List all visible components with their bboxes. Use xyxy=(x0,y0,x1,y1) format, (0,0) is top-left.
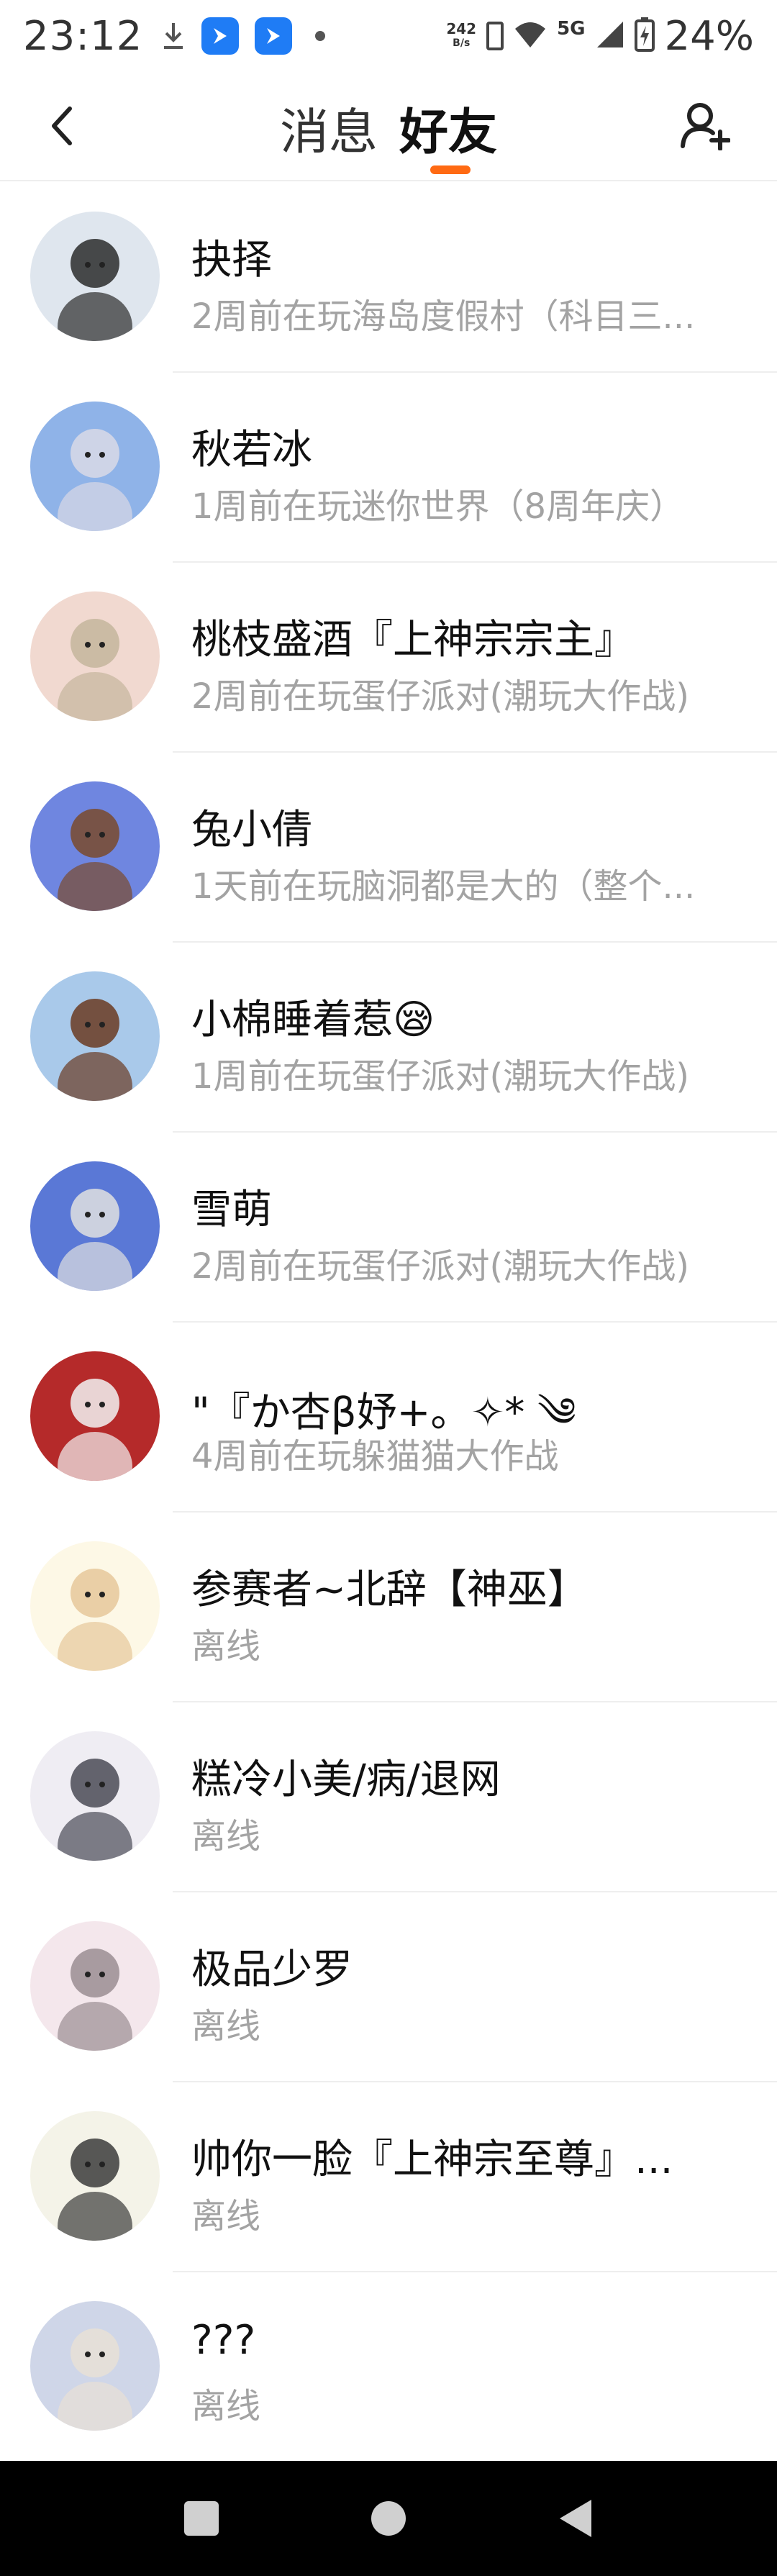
friend-status: 离线 xyxy=(191,2006,261,2046)
avatar[interactable] xyxy=(30,1161,160,1291)
battery-percent: 24% xyxy=(664,12,754,60)
avatar[interactable] xyxy=(30,591,160,721)
friend-status: 1周前在玩迷你世界（8周年庆） xyxy=(191,486,685,527)
friend-status: 2周前在玩海岛度假村（科目三... xyxy=(191,296,696,337)
dot-icon xyxy=(315,31,326,41)
net-speed-value: 242 xyxy=(446,20,477,37)
add-friend-button[interactable] xyxy=(676,96,734,154)
avatar[interactable] xyxy=(30,1921,160,2051)
friend-status: 1天前在玩脑洞都是大的（整个... xyxy=(191,866,696,907)
wifi-icon xyxy=(514,20,547,52)
net-speed: 242 B/s xyxy=(446,22,476,50)
friend-status: 离线 xyxy=(191,2196,261,2236)
avatar[interactable] xyxy=(30,971,160,1101)
friend-status: 1周前在玩蛋仔派对(潮玩大作战) xyxy=(191,1056,689,1097)
friend-name: 秋若冰 xyxy=(191,427,312,473)
triangle-back-icon xyxy=(560,2500,591,2537)
friend-row[interactable]: 参赛者~北辞【神巫】离线 xyxy=(0,1513,777,1702)
friend-row[interactable]: 糕冷小美/病/退网离线 xyxy=(0,1702,777,1892)
status-time: 23:12 xyxy=(23,12,143,60)
net-speed-unit: B/s xyxy=(453,37,471,49)
notification-icons xyxy=(161,17,326,55)
friend-name: 小棉睡着惹😪 xyxy=(191,997,435,1043)
friend-status: 离线 xyxy=(191,1816,261,1856)
avatar[interactable] xyxy=(30,1731,160,1861)
friend-status: 2周前在玩蛋仔派对(潮玩大作战) xyxy=(191,676,689,717)
system-status-icons: 242 B/s 5G 24% xyxy=(446,13,754,60)
avatar[interactable] xyxy=(30,1351,160,1481)
friend-list: 抉择 2周前在玩海岛度假村（科目三... 秋若冰 1周前在玩迷你世界（8周年庆） 桃枝盛… xyxy=(0,183,777,2462)
home-button[interactable] xyxy=(367,2497,410,2540)
avatar[interactable] xyxy=(30,1541,160,1671)
friend-status: 离线 xyxy=(191,2386,261,2426)
friend-row[interactable]: 雪萌 2周前在玩蛋仔派对(潮玩大作战) xyxy=(0,1133,777,1323)
friend-row[interactable]: 抉择 2周前在玩海岛度假村（科目三... xyxy=(0,183,777,373)
signal-icon xyxy=(596,20,624,52)
recent-apps-button[interactable] xyxy=(180,2497,223,2540)
friend-name: 帅你一脸『上神宗至尊』... xyxy=(191,2136,673,2183)
friend-name: 兔小倩 xyxy=(191,807,312,853)
tab-messages[interactable]: 消息 xyxy=(280,92,378,163)
system-nav-bar xyxy=(0,2461,777,2576)
avatar[interactable] xyxy=(30,781,160,911)
back-nav-button[interactable] xyxy=(554,2497,597,2540)
app-notification-icon xyxy=(201,17,240,55)
app-notification-icon xyxy=(255,17,293,55)
top-header: 消息 好友 xyxy=(0,72,777,181)
friend-status: 离线 xyxy=(191,1626,261,1666)
battery-charging-icon xyxy=(634,17,655,55)
friend-row[interactable]: "『か杏β妤+。✧* ༄ 4周前在玩躲猫猫大作战 xyxy=(0,1323,777,1513)
friend-name: 参赛者~北辞【神巫】 xyxy=(191,1566,588,1613)
add-user-icon xyxy=(681,103,730,150)
avatar[interactable] xyxy=(30,2301,160,2431)
friend-name: ??? xyxy=(191,2317,256,2364)
square-icon xyxy=(184,2501,219,2536)
friend-row[interactable]: 小棉睡着惹😪 1周前在玩蛋仔派对(潮玩大作战) xyxy=(0,943,777,1133)
avatar[interactable] xyxy=(30,2111,160,2241)
avatar[interactable] xyxy=(30,212,160,341)
friend-name: 糕冷小美/病/退网 xyxy=(191,1756,501,1803)
friend-row[interactable]: ??? 离线 xyxy=(0,2272,777,2462)
friend-status: 2周前在玩蛋仔派对(潮玩大作战) xyxy=(191,1246,689,1287)
friend-row[interactable]: 帅你一脸『上神宗至尊』... 离线 xyxy=(0,2082,777,2272)
avatar[interactable] xyxy=(30,402,160,531)
active-tab-indicator xyxy=(430,165,471,174)
friend-name: 雪萌 xyxy=(191,1187,272,1233)
tab-bar: 消息 好友 xyxy=(0,92,777,163)
friend-name: 桃枝盛酒『上神宗宗主』 xyxy=(191,617,635,663)
friend-name: 极品少罗 xyxy=(191,1946,353,1993)
friend-row[interactable]: 极品少罗 离线 xyxy=(0,1892,777,2082)
friend-row[interactable]: 桃枝盛酒『上神宗宗主』 2周前在玩蛋仔派对(潮玩大作战) xyxy=(0,563,777,753)
tab-friends[interactable]: 好友 xyxy=(399,92,497,163)
circle-icon xyxy=(371,2501,406,2536)
friend-status: 4周前在玩躲猫猫大作战 xyxy=(191,1436,559,1477)
friend-name: 抉择 xyxy=(191,237,272,284)
download-icon xyxy=(161,20,186,52)
network-type: 5G xyxy=(557,18,586,40)
sim-icon xyxy=(486,22,504,50)
friend-row[interactable]: 秋若冰 1周前在玩迷你世界（8周年庆） xyxy=(0,373,777,563)
status-bar: 23:12 242 B/s 5G 24% xyxy=(0,0,777,72)
friend-row[interactable]: 兔小倩 1天前在玩脑洞都是大的（整个... xyxy=(0,753,777,943)
